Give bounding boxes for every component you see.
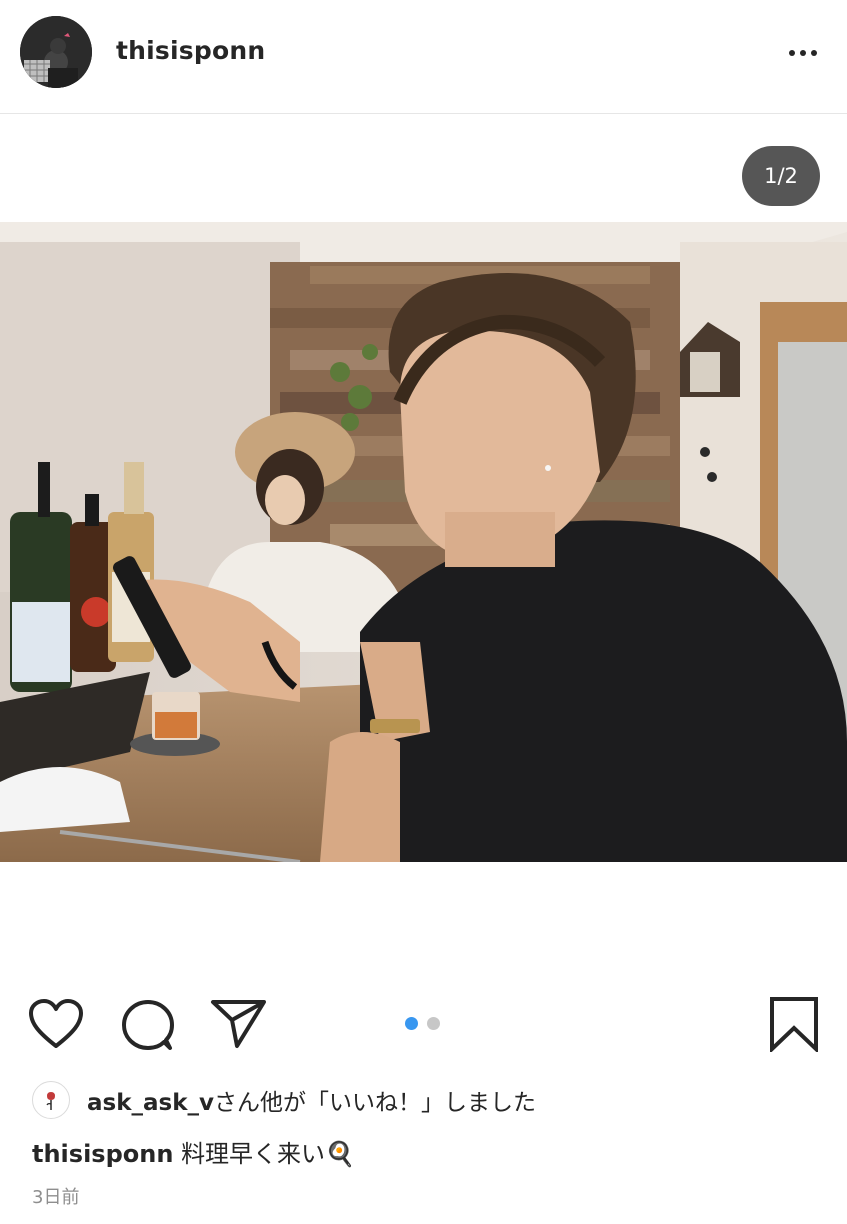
likes-suffix: さん他が「いいね！」しました (214, 1090, 537, 1116)
bookmark-icon[interactable] (768, 996, 820, 1056)
carousel-dot-active (405, 1017, 418, 1030)
profile-avatar[interactable] (20, 16, 92, 88)
heart-icon[interactable] (28, 998, 84, 1054)
post-caption: thisisponn 料理早く来い🍳 (32, 1134, 355, 1169)
liker-username[interactable]: ask_ask_v (87, 1090, 214, 1116)
more-options-icon[interactable] (778, 36, 828, 70)
caption-username[interactable]: thisisponn (32, 1140, 173, 1168)
carousel-dot (427, 1017, 440, 1030)
likes-row: ask_ask_vさん他が「いいね！」しました (32, 1080, 536, 1120)
post-header: thisisponn (0, 0, 847, 114)
liker-avatar[interactable] (32, 1081, 70, 1119)
image-counter: 1/2 (742, 146, 820, 206)
send-icon[interactable] (210, 998, 268, 1054)
caption-text: 料理早く来い🍳 (181, 1140, 355, 1168)
post-username[interactable]: thisisponn (116, 36, 265, 65)
comment-icon[interactable] (120, 998, 176, 1058)
carousel-indicator (405, 1017, 440, 1030)
post-timestamp: 3日前 (32, 1187, 80, 1208)
post-photo[interactable] (0, 222, 847, 864)
likes-summary[interactable]: ask_ask_vさん他が「いいね！」しました (87, 1083, 536, 1117)
